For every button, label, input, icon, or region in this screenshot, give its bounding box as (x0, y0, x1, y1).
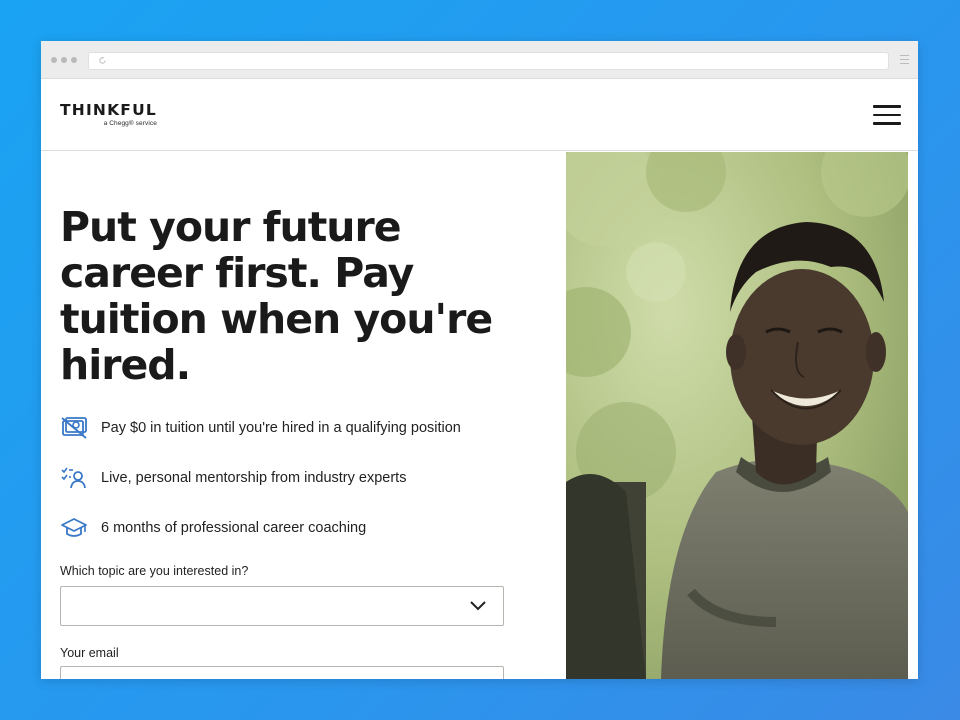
hero-photo (566, 152, 908, 679)
email-input[interactable] (60, 666, 504, 679)
logo-wordmark: THINKFUL (60, 101, 157, 119)
window-controls (51, 57, 77, 63)
hero-headline: Put your future career first. Pay tuitio… (60, 203, 493, 389)
feature-item: Pay $0 in tuition until you're hired in … (60, 416, 540, 440)
maximize-dot[interactable] (71, 57, 77, 63)
smiling-student-image (566, 152, 908, 679)
feature-item: 6 months of professional career coaching (60, 516, 540, 540)
browser-menu-icon[interactable] (900, 55, 909, 64)
feature-text: Live, personal mentorship from industry … (101, 470, 407, 486)
site-header: THINKFUL a Chegg® service (41, 79, 918, 151)
signup-form: Which topic are you interested in? Your … (60, 564, 540, 679)
graduation-cap-icon (61, 518, 87, 537)
chevron-down-icon (470, 601, 486, 611)
topic-select[interactable] (60, 586, 504, 626)
feature-item: Live, personal mentorship from industry … (60, 466, 540, 490)
browser-window: THINKFUL a Chegg® service Put your futur… (41, 41, 918, 679)
minimize-dot[interactable] (61, 57, 67, 63)
reload-icon[interactable] (98, 56, 107, 65)
feature-list: Pay $0 in tuition until you're hired in … (60, 416, 540, 540)
address-bar[interactable] (88, 52, 889, 70)
browser-chrome (41, 41, 918, 79)
no-payment-icon (61, 417, 87, 439)
thinkful-logo[interactable]: THINKFUL a Chegg® service (60, 101, 157, 127)
email-label: Your email (60, 646, 119, 660)
topic-label: Which topic are you interested in? (60, 564, 249, 578)
menu-hamburger-icon[interactable] (873, 105, 901, 125)
feature-text: 6 months of professional career coaching (101, 520, 367, 536)
feature-text: Pay $0 in tuition until you're hired in … (101, 420, 461, 436)
logo-tagline: a Chegg® service (103, 120, 157, 127)
close-dot[interactable] (51, 57, 57, 63)
mentor-checklist-icon (61, 467, 86, 489)
main-content: Put your future career first. Pay tuitio… (60, 152, 540, 679)
